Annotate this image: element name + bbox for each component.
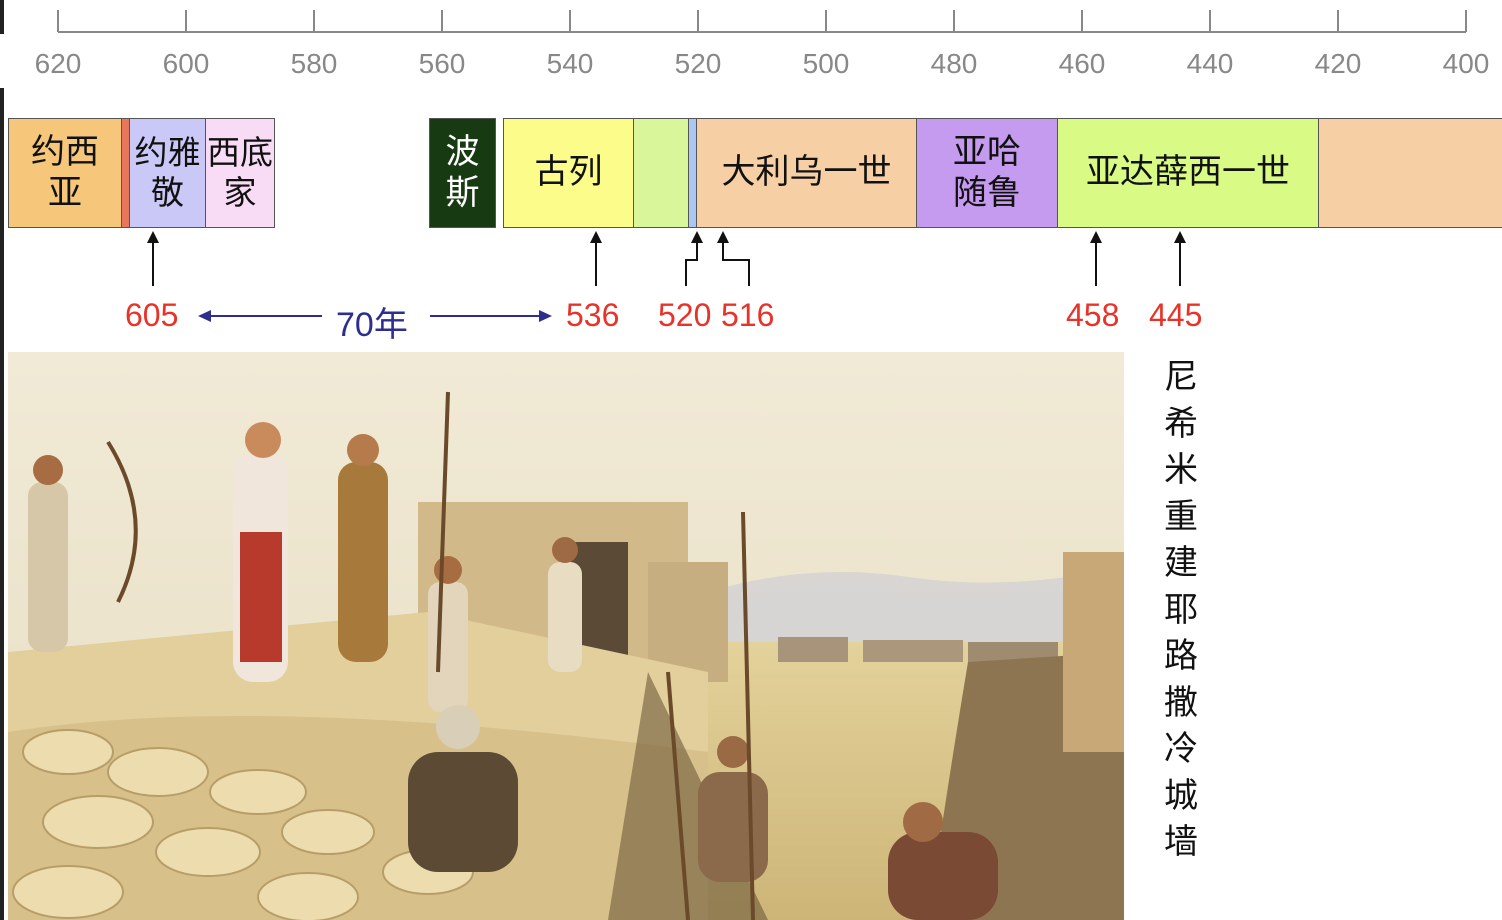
axis-tick-label-400: 400 [1443, 48, 1490, 79]
period-cyrus: 古列 [503, 118, 634, 228]
caption-vertical: 尼希米重建耶路撒冷城墙 [1160, 354, 1202, 866]
caption-char: 耶 [1164, 589, 1198, 630]
period-later [1318, 118, 1502, 228]
wall-rebuilding-illustration [8, 352, 1124, 920]
axis-tick-label-500: 500 [803, 48, 850, 79]
axis-ticks: 620 600 580 560 540 520 500 480 460 440 420 400 [35, 10, 1490, 79]
illustration-svg [8, 352, 1124, 920]
period-jehoiakim: 约雅 敬 [129, 118, 206, 228]
axis-tick-label-580: 580 [291, 48, 338, 79]
span-arrow-left-head [198, 310, 211, 322]
marker-arrow-605 [147, 231, 159, 243]
period-darius: 大利乌一世 [696, 118, 917, 228]
year-label-445: 445 [1149, 297, 1203, 333]
year-label-458: 458 [1066, 297, 1120, 333]
period-persia: 波 斯 [429, 118, 496, 228]
caption-char: 撒 [1164, 682, 1198, 723]
period-artaxerxes: 亚达薛西一世 [1057, 118, 1319, 228]
span-arrow-right-head [539, 310, 552, 322]
marker-arrow-445 [1174, 231, 1186, 243]
caption-char: 冷 [1164, 729, 1198, 769]
period-xerxes: 亚哈 随鲁 [916, 118, 1058, 228]
marker-arrow-516 [717, 231, 729, 243]
caption-char: 建 [1164, 543, 1198, 583]
year-label-536: 536 [566, 297, 620, 333]
axis-tick-label-560: 560 [419, 48, 466, 79]
span-label-70-years: 70年 [336, 306, 408, 344]
caption-char: 尼 [1164, 357, 1198, 397]
year-label-520: 520 [658, 297, 712, 333]
year-markers [147, 231, 1186, 286]
axis-tick-label-620: 620 [35, 48, 82, 79]
axis-tick-label-600: 600 [163, 48, 210, 79]
caption-char: 城 [1164, 775, 1198, 816]
axis-tick-label-440: 440 [1187, 48, 1234, 79]
marker-line-516 [722, 243, 750, 286]
marker-line-520 [685, 243, 698, 286]
caption-char: 墙 [1164, 822, 1198, 862]
caption-char: 米 [1164, 450, 1198, 490]
year-label-605: 605 [125, 297, 179, 333]
marker-arrow-520 [691, 231, 703, 243]
axis-tick-label-540: 540 [547, 48, 594, 79]
caption-char: 重 [1164, 496, 1198, 537]
period-cambyses [633, 118, 689, 228]
axis-tick-label-460: 460 [1059, 48, 1106, 79]
axis-tick-label-480: 480 [931, 48, 978, 79]
marker-arrow-536 [590, 231, 602, 243]
period-josiah: 约西 亚 [8, 118, 122, 228]
caption-char: 希 [1164, 403, 1198, 444]
axis-tick-label-520: 520 [675, 48, 722, 79]
period-zedekiah: 西底 家 [205, 118, 275, 228]
marker-arrow-458 [1090, 231, 1102, 243]
axis-tick-label-420: 420 [1315, 48, 1362, 79]
caption-char: 路 [1164, 636, 1198, 676]
year-label-516: 516 [721, 297, 775, 333]
